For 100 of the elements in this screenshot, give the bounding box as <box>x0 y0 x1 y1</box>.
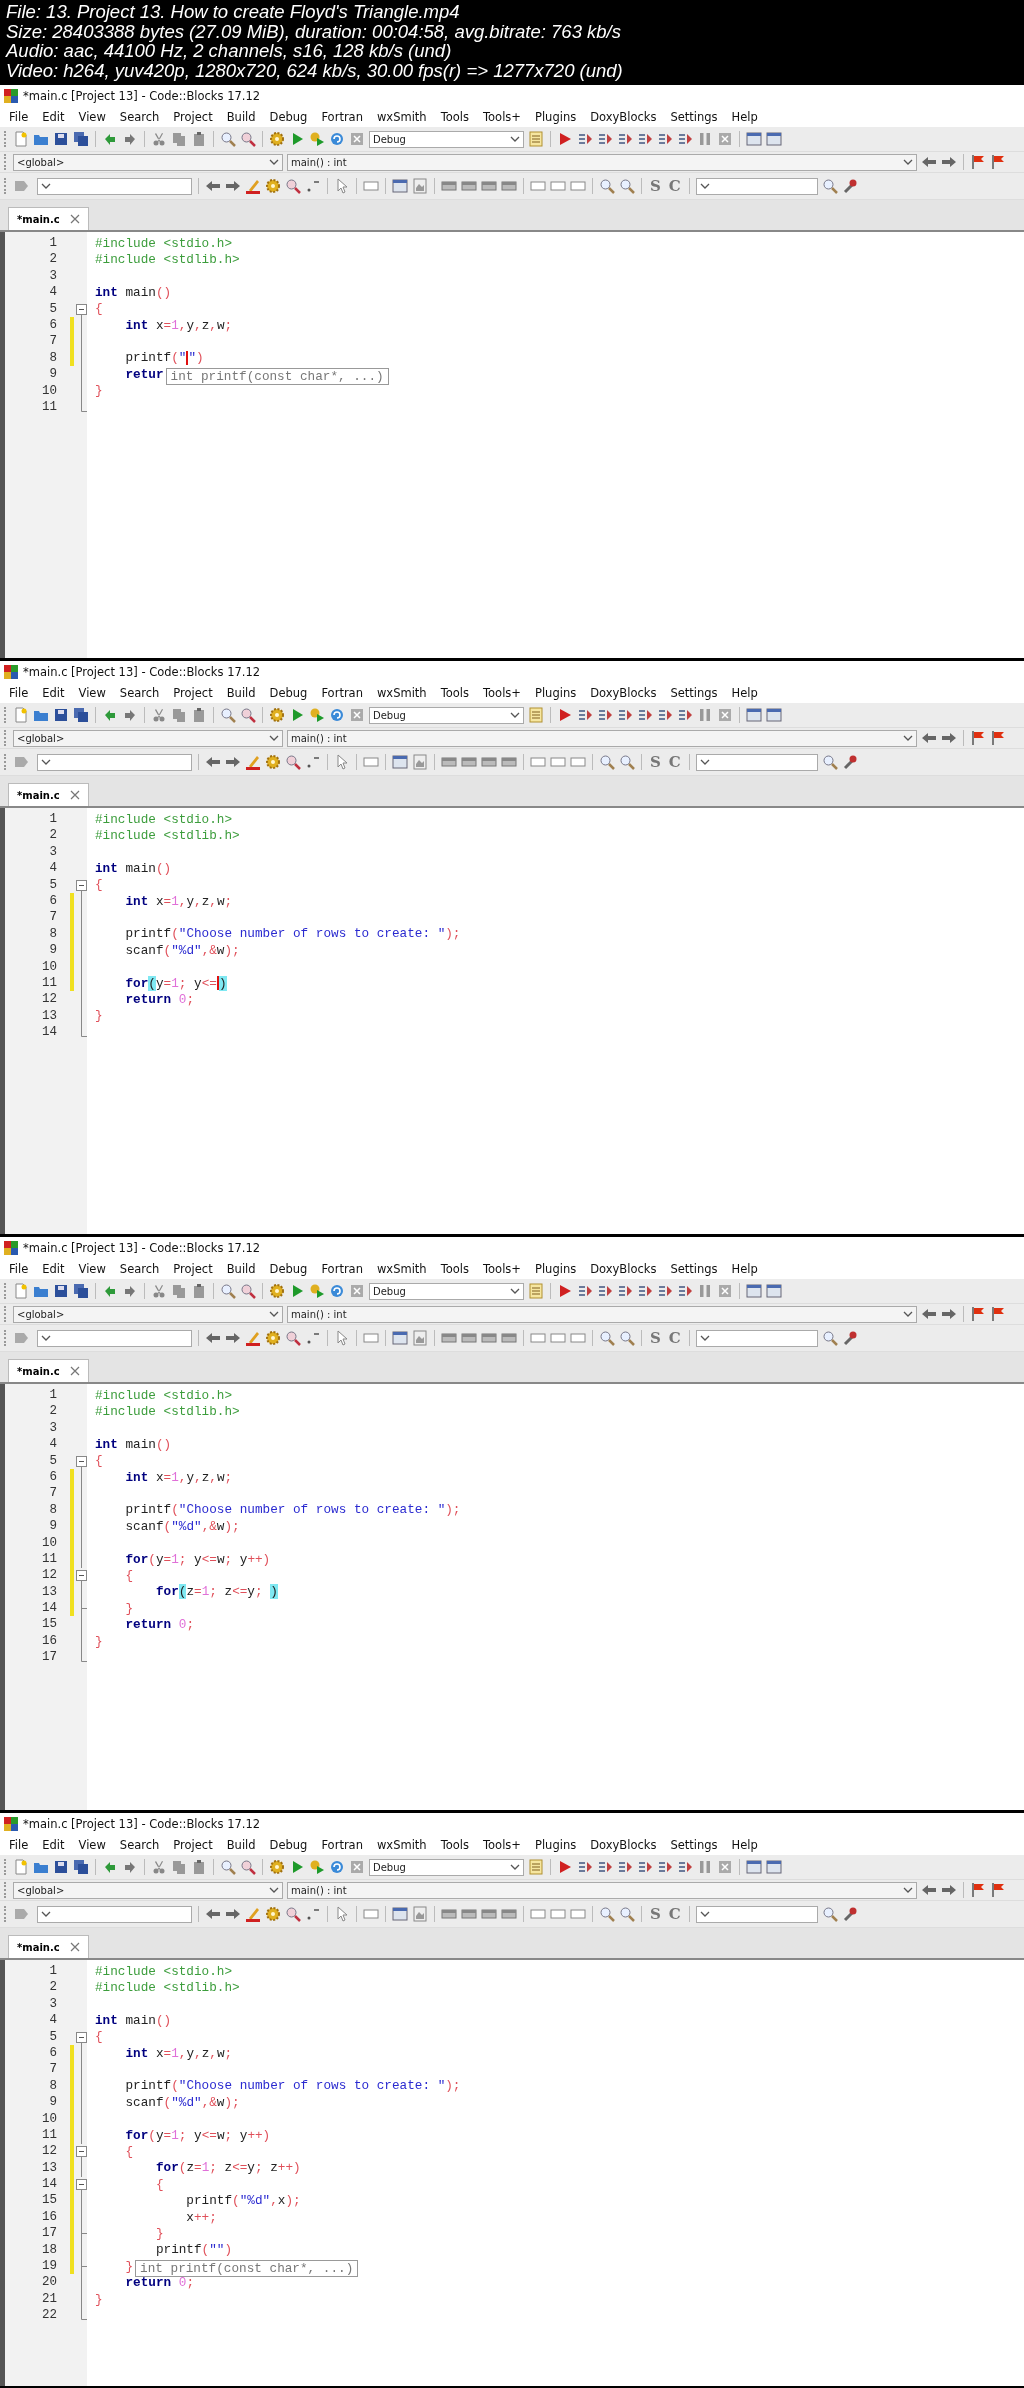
menu-item[interactable]: Project <box>166 109 220 125</box>
floppies-icon[interactable] <box>73 707 89 723</box>
rectangle-icon[interactable] <box>530 178 546 194</box>
menu-item[interactable]: wxSmith <box>369 1837 434 1853</box>
debug-play-icon[interactable] <box>557 1283 573 1299</box>
arrow-left-icon[interactable] <box>921 730 937 746</box>
menu-item[interactable]: Tools <box>433 109 476 125</box>
scope-dropdown[interactable]: <global> <box>13 1881 283 1899</box>
list-icon[interactable] <box>528 1283 544 1299</box>
play-gear-icon[interactable] <box>309 131 325 147</box>
arrow-right-icon[interactable] <box>225 1330 241 1346</box>
letter-icon[interactable]: S <box>648 753 663 771</box>
paste-icon[interactable] <box>191 1283 207 1299</box>
menu-item[interactable]: Build <box>219 685 263 701</box>
magnifier-icon[interactable] <box>285 1330 301 1346</box>
search-icon[interactable] <box>821 754 838 770</box>
menu-item[interactable]: Edit <box>35 109 72 125</box>
copy-icon[interactable] <box>171 707 187 723</box>
floppy-icon[interactable] <box>53 1859 69 1875</box>
magnifier-icon[interactable] <box>240 1283 256 1299</box>
window-icon[interactable] <box>392 754 408 770</box>
floppies-icon[interactable] <box>73 1283 89 1299</box>
list-icon[interactable] <box>528 131 544 147</box>
search-dropdown[interactable] <box>37 1329 192 1347</box>
menu-item[interactable]: wxSmith <box>369 109 434 125</box>
window-icon[interactable] <box>766 131 782 147</box>
pointer-icon[interactable] <box>334 178 350 194</box>
close-icon[interactable] <box>69 790 80 800</box>
search-icon[interactable] <box>220 1283 236 1299</box>
step-icon[interactable] <box>677 1859 693 1875</box>
pen-icon[interactable] <box>245 1330 261 1346</box>
arrow-right-icon[interactable] <box>225 1906 241 1922</box>
step-icon[interactable] <box>677 1283 693 1299</box>
floppies-icon[interactable] <box>73 1859 89 1875</box>
letter-icon[interactable]: C <box>666 1329 683 1347</box>
zoom-in-icon[interactable] <box>599 754 615 770</box>
search-dropdown[interactable] <box>37 753 192 771</box>
dots-icon[interactable] <box>305 1906 321 1922</box>
stop-icon[interactable] <box>717 707 733 723</box>
debug-play-icon[interactable] <box>557 707 573 723</box>
menu-item[interactable]: Plugins <box>528 109 584 125</box>
page-icon[interactable] <box>412 178 428 194</box>
stop-icon[interactable] <box>717 1859 733 1875</box>
window-icon[interactable] <box>392 1330 408 1346</box>
stop-icon[interactable] <box>717 131 733 147</box>
menu-item[interactable]: Debug <box>262 1261 315 1277</box>
menu-item[interactable]: Build <box>219 109 263 125</box>
floppy-icon[interactable] <box>53 131 69 147</box>
menu-item[interactable]: Settings <box>663 109 725 125</box>
copy-icon[interactable] <box>171 131 187 147</box>
menu-item[interactable]: Debug <box>262 109 315 125</box>
menu-item[interactable]: DoxyBlocks <box>583 1261 664 1277</box>
menu-item[interactable]: Plugins <box>528 1261 584 1277</box>
menu-item[interactable]: Settings <box>663 1837 725 1853</box>
gear-icon[interactable] <box>265 1906 281 1922</box>
scope-dropdown[interactable]: <global> <box>13 1305 283 1323</box>
scope-dropdown[interactable]: <global> <box>13 153 283 171</box>
bookmark-icon[interactable] <box>13 1330 29 1346</box>
menu-item[interactable]: Search <box>112 109 167 125</box>
window-icon[interactable] <box>746 1283 762 1299</box>
search-icon[interactable] <box>821 178 838 194</box>
magnifier-icon[interactable] <box>240 1859 256 1875</box>
stop-icon[interactable] <box>717 1283 733 1299</box>
rectangle-icon[interactable] <box>363 1330 379 1346</box>
step-icon[interactable] <box>617 1283 633 1299</box>
search-dropdown[interactable] <box>695 1329 818 1347</box>
wrench-icon[interactable] <box>841 754 858 770</box>
step-icon[interactable] <box>597 1859 613 1875</box>
debug-play-icon[interactable] <box>557 1859 573 1875</box>
window-icon[interactable] <box>746 707 762 723</box>
new-file-icon[interactable] <box>13 707 29 723</box>
pointer-icon[interactable] <box>334 1330 350 1346</box>
menu-item[interactable]: Tools+ <box>476 109 528 125</box>
letter-icon[interactable]: C <box>666 1905 683 1923</box>
menu-item[interactable]: Search <box>112 1261 167 1277</box>
new-file-icon[interactable] <box>13 1283 29 1299</box>
arrow-left-icon[interactable] <box>921 1306 937 1322</box>
menu-item[interactable]: File <box>2 685 36 701</box>
list-icon[interactable] <box>528 1859 544 1875</box>
new-file-icon[interactable] <box>13 1859 29 1875</box>
wrench-icon[interactable] <box>841 1330 858 1346</box>
pointer-icon[interactable] <box>334 1906 350 1922</box>
step-icon[interactable] <box>617 1859 633 1875</box>
function-dropdown[interactable]: main() : int <box>287 729 917 747</box>
letter-icon[interactable]: S <box>648 177 663 195</box>
zoom-out-icon[interactable] <box>619 1906 635 1922</box>
floppy-icon[interactable] <box>53 1283 69 1299</box>
play-gear-icon[interactable] <box>309 707 325 723</box>
window-icon[interactable] <box>392 178 408 194</box>
scissors-icon[interactable] <box>151 1283 167 1299</box>
search-icon[interactable] <box>220 131 236 147</box>
menu-item[interactable]: Settings <box>663 685 725 701</box>
bar-icon[interactable] <box>501 178 517 194</box>
step-icon[interactable] <box>657 707 673 723</box>
copy-icon[interactable] <box>171 1283 187 1299</box>
stop-icon[interactable] <box>349 707 365 723</box>
search-icon[interactable] <box>821 1906 838 1922</box>
flag-icon[interactable] <box>990 1882 1006 1898</box>
pen-icon[interactable] <box>245 1906 261 1922</box>
zoom-in-icon[interactable] <box>599 178 615 194</box>
